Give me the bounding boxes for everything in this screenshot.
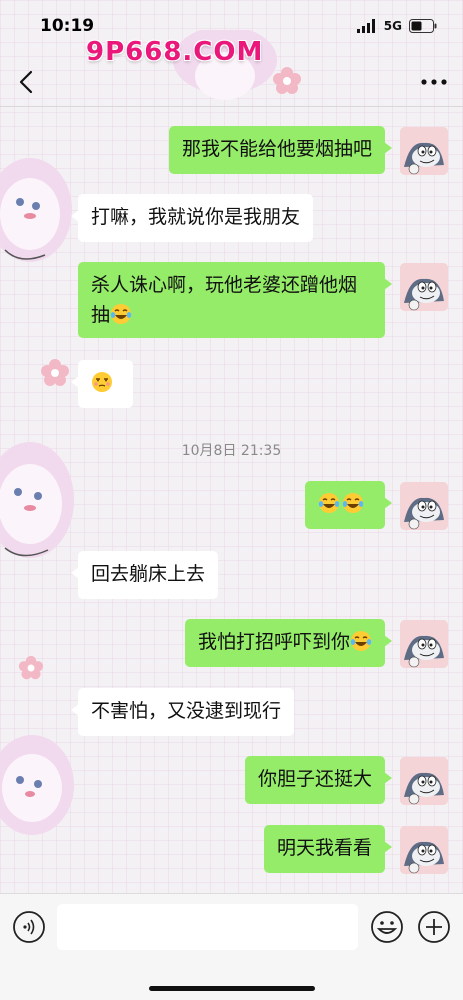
- message-row: 回去躺床上去: [0, 551, 463, 601]
- message-bubble-outgoing[interactable]: [305, 481, 392, 529]
- message-row: 我怕打招呼吓到你: [0, 619, 463, 671]
- message-text: 明天我看看: [276, 837, 372, 859]
- message-bubble-outgoing[interactable]: 明天我看看: [263, 825, 393, 873]
- avatar[interactable]: [400, 263, 448, 311]
- laughing-tears-emoji: [110, 303, 132, 325]
- status-icons: 5G: [356, 19, 437, 33]
- message-text: 你胆子还挺大: [257, 768, 372, 790]
- plus-circle-icon[interactable]: [417, 910, 451, 944]
- avatar[interactable]: [400, 757, 448, 805]
- message-bubble-outgoing[interactable]: 你胆子还挺大: [244, 756, 393, 804]
- input-bar: [0, 893, 463, 1000]
- emoji-face-icon[interactable]: [370, 910, 404, 944]
- message-bubble-outgoing[interactable]: 我怕打招呼吓到你: [184, 619, 393, 667]
- avatar[interactable]: [400, 127, 448, 175]
- laughing-tears-emoji: [342, 492, 364, 514]
- message-input[interactable]: [57, 904, 358, 950]
- message-row: 杀人诛心啊，玩他老婆还蹭他烟 抽: [0, 262, 463, 342]
- message-row: [0, 360, 463, 410]
- signal-icon: [356, 19, 375, 33]
- message-text: 不害怕，又没逮到现行: [91, 700, 282, 722]
- message-text: 我怕打招呼吓到你: [197, 631, 350, 653]
- chevron-left-icon[interactable]: [16, 70, 38, 94]
- laughing-tears-emoji: [350, 630, 372, 652]
- message-row: 那我不能给他要烟抽吧: [0, 126, 463, 178]
- message-row: 不害怕，又没逮到现行: [0, 688, 463, 738]
- battery-icon: [409, 19, 437, 33]
- home-indicator: [149, 986, 315, 991]
- message-row: [0, 481, 463, 533]
- unamused-face-emoji: [92, 372, 112, 392]
- message-text: 那我不能给他要烟抽吧: [181, 138, 372, 160]
- message-bubble-outgoing[interactable]: 杀人诛心啊，玩他老婆还蹭他烟 抽: [78, 262, 392, 338]
- chat-timestamp: 10月8日 21:35: [181, 443, 282, 459]
- message-bubble-incoming[interactable]: 打嘛，我就说你是我朋友: [70, 194, 314, 242]
- message-row: 你胆子还挺大: [0, 756, 463, 808]
- avatar[interactable]: [400, 826, 448, 874]
- message-bubble-outgoing[interactable]: 那我不能给他要烟抽吧: [168, 126, 393, 174]
- message-bubble-incoming[interactable]: 不害怕，又没逮到现行: [70, 688, 295, 736]
- message-row: 明天我看看: [0, 825, 463, 877]
- message-bubble-incoming[interactable]: 回去躺床上去: [70, 551, 219, 599]
- more-dots-icon[interactable]: [421, 78, 447, 86]
- message-row: 打嘛，我就说你是我朋友: [0, 194, 463, 246]
- avatar[interactable]: [400, 482, 448, 530]
- message-bubble-incoming[interactable]: [71, 360, 133, 408]
- message-text: 回去躺床上去: [91, 563, 206, 585]
- voice-input-icon[interactable]: [12, 910, 46, 944]
- message-text: 杀人诛心啊，玩他老婆还蹭他烟: [91, 274, 358, 296]
- laughing-tears-emoji: [318, 492, 340, 514]
- nav-divider: [0, 106, 463, 107]
- nav-bar: [0, 58, 463, 106]
- status-time: 10:19: [40, 16, 95, 36]
- message-text: 打嘛，我就说你是我朋友: [91, 206, 301, 228]
- network-type: 5G: [383, 19, 402, 33]
- message-text: 抽: [91, 304, 111, 326]
- avatar[interactable]: [400, 620, 448, 668]
